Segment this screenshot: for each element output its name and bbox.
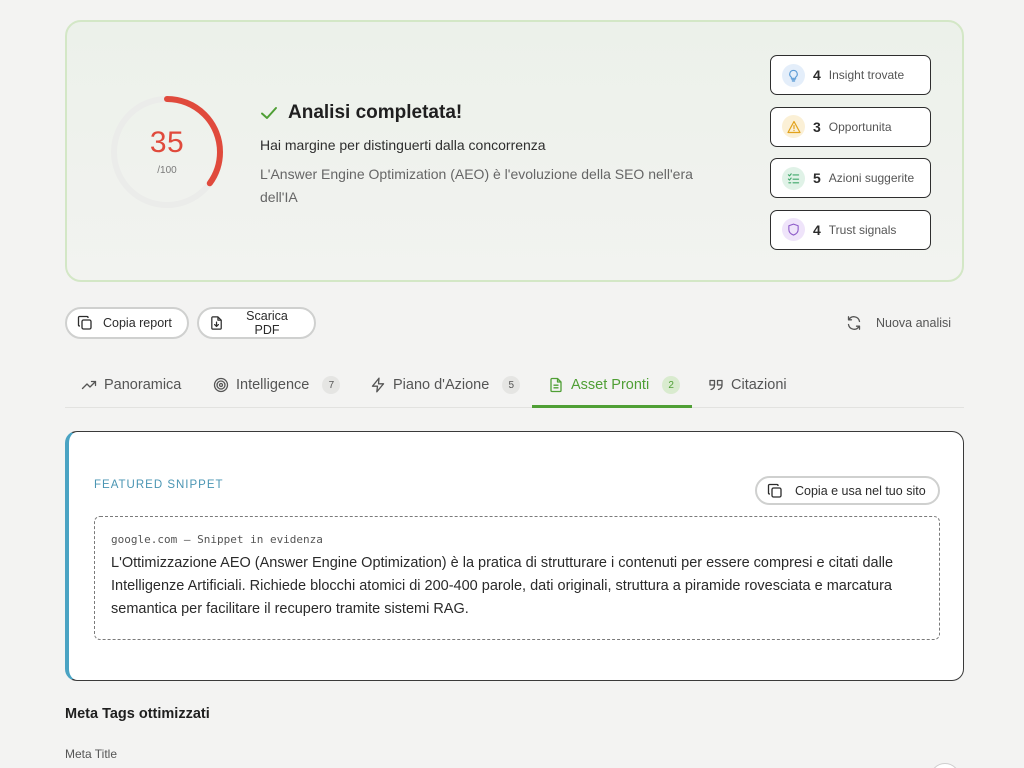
stat-label: Insight trovate [828, 68, 905, 82]
copy-use-site-label: Copia e usa nel tuo sito [795, 483, 926, 498]
tab-label: Piano d'Azione [393, 377, 490, 393]
analysis-result-card: 35 /100 Analisi completata! Hai margine … [65, 20, 964, 282]
tab-badge: 2 [662, 376, 681, 394]
snippet-preview: google.com — Snippet in evidenza L'Ottim… [94, 516, 940, 640]
check-icon [261, 107, 277, 119]
snippet-source: google.com — Snippet in evidenza [111, 533, 323, 546]
analysis-subtitle: Hai margine per distinguerti dalla conco… [260, 137, 546, 153]
stat-insight[interactable]: 4 Insight trovate [770, 55, 931, 95]
shield-icon [782, 218, 805, 241]
lightbulb-icon [782, 63, 805, 87]
tab-ready-assets[interactable]: Asset Pronti 2 [548, 362, 681, 408]
copy-use-site-button[interactable]: Copia e usa nel tuo sito [755, 476, 940, 505]
download-pdf-button[interactable]: Scarica PDF [197, 307, 316, 339]
warning-icon [782, 115, 805, 138]
analysis-title: Analisi completata! [260, 102, 462, 124]
analysis-description: L'Answer Engine Optimization (AEO) è l'e… [260, 166, 693, 205]
stat-label: Azioni suggerite [828, 171, 915, 185]
stat-label: Opportunita [828, 119, 892, 134]
featured-snippet-card: FEATURED SNIPPET Copia e usa nel tuo sit… [65, 431, 964, 681]
download-file-icon [211, 316, 222, 330]
tab-badge: 7 [322, 376, 341, 394]
stat-label: Trust signals [828, 222, 897, 237]
meta-title-label: Meta Title [65, 747, 118, 761]
tab-overview[interactable]: Panoramica [81, 362, 181, 408]
quote-icon [709, 379, 723, 391]
new-analysis-button[interactable]: Nuova analisi [846, 311, 951, 335]
active-tab-indicator [532, 405, 692, 408]
new-analysis-label: Nuova analisi [876, 316, 952, 330]
copy-icon [767, 483, 782, 498]
stat-count: 4 [813, 67, 821, 83]
meta-title-copy-button[interactable] [930, 763, 960, 768]
document-icon [550, 377, 562, 393]
download-pdf-label: Scarica PDF [246, 309, 288, 337]
refresh-icon [847, 316, 861, 330]
trend-icon [81, 380, 97, 390]
tab-intelligence[interactable]: Intelligence 7 [213, 362, 341, 408]
score-max: /100 [157, 165, 177, 176]
tab-label: Asset Pronti [571, 377, 650, 393]
result-tabs: Panoramica Intelligence 7 Piano d'Azione… [65, 362, 964, 408]
meta-tags-heading: Meta Tags ottimizzati [65, 706, 210, 722]
score-gauge: 35 /100 [107, 92, 227, 212]
copy-report-button[interactable]: Copia report [65, 307, 189, 339]
tab-badge: 5 [502, 376, 521, 394]
stat-actions[interactable]: 5 Azioni suggerite [770, 158, 931, 198]
tab-action-plan[interactable]: Piano d'Azione 5 [370, 362, 521, 408]
score-value: 35 [149, 126, 185, 159]
stat-trust[interactable]: 4 Trust signals [770, 209, 931, 250]
stat-opportunities[interactable]: 3 Opportunita [770, 106, 931, 147]
snippet-heading: FEATURED SNIPPET [94, 479, 224, 491]
tab-label: Intelligence [236, 377, 310, 393]
tab-citations[interactable]: Citazioni [708, 362, 787, 408]
analysis-title-text: Analisi completata! [288, 102, 463, 123]
stat-count: 5 [813, 170, 821, 186]
tab-label: Citazioni [731, 377, 787, 393]
tab-label: Panoramica [104, 377, 182, 393]
stat-count: 3 [813, 118, 821, 135]
checklist-icon [782, 166, 805, 190]
lightning-icon [371, 377, 385, 393]
snippet-text: L'Ottimizzazione AEO (Answer Engine Opti… [111, 555, 894, 617]
stat-count: 4 [813, 221, 821, 238]
target-icon [213, 377, 229, 393]
copy-icon [77, 315, 92, 330]
copy-report-label: Copia report [103, 316, 172, 330]
stats-list: 4 Insight trovate 3 Opportunita 5 Azioni… [770, 55, 931, 261]
